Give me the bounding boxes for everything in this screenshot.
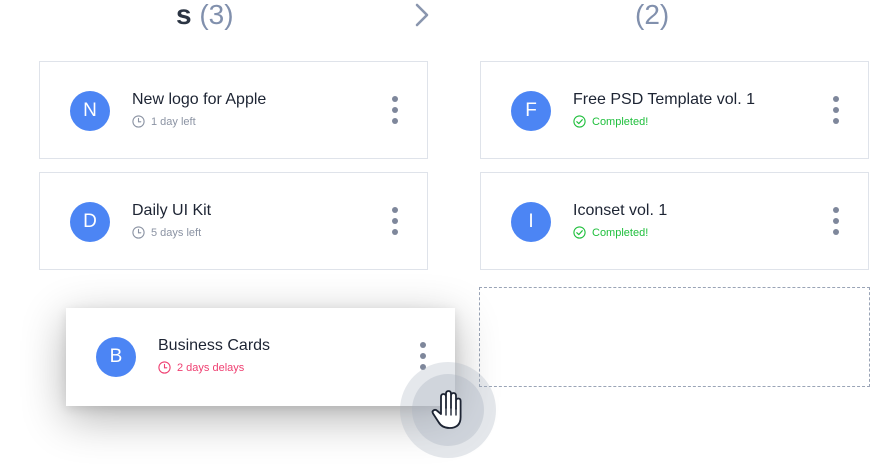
column-header-left: s (3): [176, 0, 234, 32]
task-title: New logo for Apple: [132, 91, 267, 108]
task-title: Business Cards: [158, 337, 271, 354]
status-text: Completed!: [592, 115, 649, 128]
avatar: F: [511, 91, 551, 131]
task-title: Free PSD Template vol. 1: [573, 91, 756, 108]
task-status: Completed!: [573, 226, 648, 239]
task-title: Iconset vol. 1: [573, 202, 668, 219]
task-title: Daily UI Kit: [132, 202, 212, 219]
task-card[interactable]: F Free PSD Template vol. 1 Completed!: [480, 61, 869, 159]
avatar: D: [70, 202, 110, 242]
column-count: (2): [635, 0, 670, 30]
status-text: 2 days delays: [177, 361, 245, 374]
chevron-right-icon[interactable]: [410, 2, 434, 28]
status-text: 5 days left: [151, 226, 202, 239]
task-status: 2 days delays: [158, 361, 244, 374]
clock-icon: [132, 115, 145, 128]
column-title: s: [176, 0, 192, 30]
avatar: I: [511, 202, 551, 242]
avatar: B: [96, 337, 136, 377]
more-vertical-icon[interactable]: [391, 207, 399, 237]
kanban-board: s (3) (2) N New logo for Apple 1 day lef…: [0, 0, 871, 474]
column-header-right: (2): [635, 0, 669, 32]
status-text: 1 day left: [151, 115, 196, 128]
more-vertical-icon[interactable]: [832, 207, 840, 237]
task-card[interactable]: I Iconset vol. 1 Completed!: [480, 172, 869, 270]
task-status: Completed!: [573, 115, 648, 128]
more-vertical-icon[interactable]: [391, 96, 399, 126]
clock-icon: [158, 361, 171, 374]
more-vertical-icon[interactable]: [832, 96, 840, 126]
clock-icon: [132, 226, 145, 239]
dragging-task-card[interactable]: B Business Cards 2 days delays: [66, 308, 455, 406]
check-circle-icon: [573, 226, 586, 239]
column-count: (3): [199, 0, 234, 30]
task-card[interactable]: D Daily UI Kit 5 days left: [39, 172, 428, 270]
drop-placeholder[interactable]: [479, 287, 870, 387]
task-status: 1 day left: [132, 115, 196, 128]
avatar: N: [70, 91, 110, 131]
check-circle-icon: [573, 115, 586, 128]
status-text: Completed!: [592, 226, 649, 239]
task-card[interactable]: N New logo for Apple 1 day left: [39, 61, 428, 159]
grab-hand-icon: [431, 390, 462, 429]
task-status: 5 days left: [132, 226, 201, 239]
